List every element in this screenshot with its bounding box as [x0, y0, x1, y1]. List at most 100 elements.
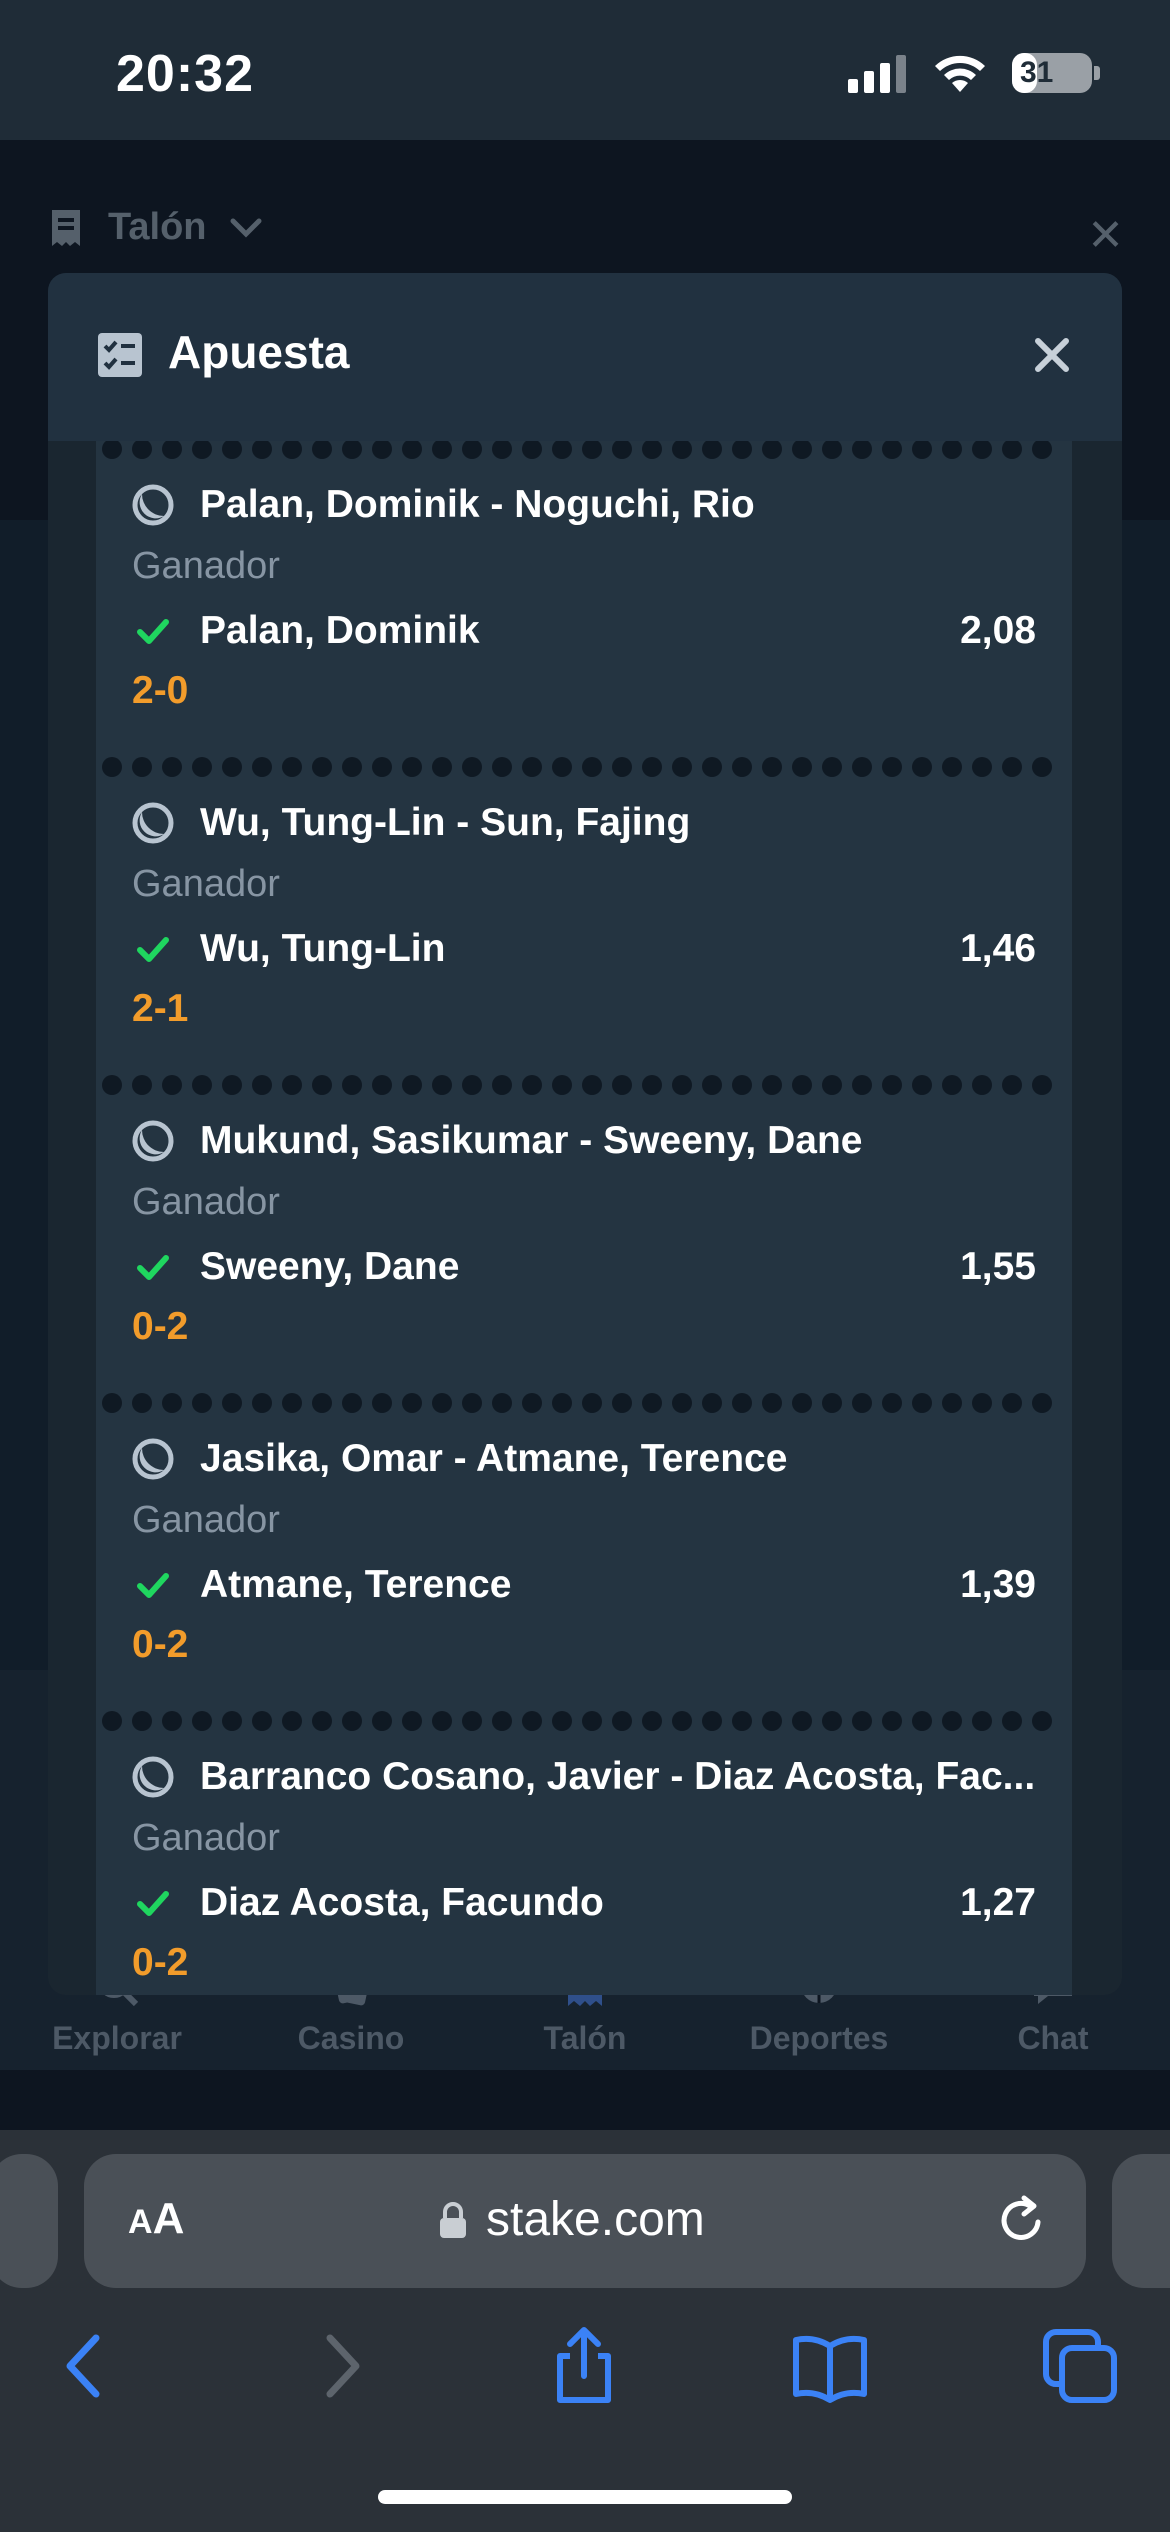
selection-event[interactable]: Palan, Dominik - Noguchi, Rio — [132, 483, 1052, 527]
perforation-dot — [522, 757, 542, 777]
perforation-dot — [222, 1711, 242, 1731]
perforation-dot — [672, 757, 692, 777]
pick-name: Palan, Dominik — [200, 609, 480, 652]
perforation-dot — [432, 1393, 452, 1413]
perforation-dot — [552, 1075, 572, 1095]
perforation — [96, 1711, 1072, 1733]
perforation-dot — [792, 1393, 812, 1413]
tennis-icon — [132, 802, 174, 844]
perforation-dot — [282, 441, 302, 459]
perforation-dot — [1032, 1711, 1052, 1731]
perforation-dot — [462, 1393, 482, 1413]
perforation-dot — [822, 757, 842, 777]
share-icon[interactable] — [544, 2326, 624, 2406]
perforation — [96, 757, 1072, 779]
perforation-dot — [402, 441, 422, 459]
perforation-dot — [972, 441, 992, 459]
event-name: Mukund, Sasikumar - Sweeny, Dane — [200, 1119, 863, 1162]
selection-event[interactable]: Wu, Tung-Lin - Sun, Fajing — [132, 801, 1052, 845]
perforation-dot — [732, 1393, 752, 1413]
perforation-dot — [1032, 757, 1052, 777]
forward-icon[interactable] — [300, 2326, 380, 2406]
perforation-dot — [702, 441, 722, 459]
browser-toolbar: AA stake.com — [0, 2130, 1170, 2532]
perforation-dot — [882, 441, 902, 459]
bet-selection: Jasika, Omar - Atmane, Terence Ganador A… — [96, 1393, 1072, 1713]
nav-label: Deportes — [749, 2020, 889, 2056]
pick-name: Wu, Tung-Lin — [200, 927, 446, 970]
back-icon[interactable] — [46, 2326, 126, 2406]
perforation-dot — [882, 1711, 902, 1731]
perforation-dot — [972, 1393, 992, 1413]
betslip-dropdown[interactable]: Talón — [46, 206, 263, 249]
perforation-dot — [222, 1393, 242, 1413]
perforation-dot — [822, 1711, 842, 1731]
perforation-dot — [852, 1075, 872, 1095]
perforation-dot — [102, 1711, 122, 1731]
bet-selection: Mukund, Sasikumar - Sweeny, Dane Ganador… — [96, 1075, 1072, 1395]
bookmarks-icon[interactable] — [790, 2326, 870, 2406]
selection-score: 0-2 — [132, 1305, 189, 1348]
battery-icon: 31 — [1012, 53, 1092, 93]
perforation-dot — [162, 441, 182, 459]
tabs-icon[interactable] — [1040, 2326, 1120, 2406]
reload-icon[interactable] — [994, 2192, 1050, 2248]
perforation-dot — [672, 1075, 692, 1095]
perforation-dot — [222, 441, 242, 459]
perforation-dot — [942, 757, 962, 777]
perforation-dot — [762, 441, 782, 459]
reader-settings-button[interactable]: AA — [128, 2194, 184, 2244]
perforation-dot — [192, 1393, 212, 1413]
perforation — [96, 441, 1072, 461]
selection-pick: Palan, Dominik — [132, 609, 480, 653]
selection-event[interactable]: Mukund, Sasikumar - Sweeny, Dane — [132, 1119, 1052, 1163]
perforation-dot — [312, 1711, 332, 1731]
perforation-dot — [132, 1075, 152, 1095]
bet-modal: Apuesta Palan, Dominik - Noguchi, Rio Ga… — [48, 273, 1122, 1995]
perforation-dot — [222, 1075, 242, 1095]
background-close-icon[interactable]: ✕ — [1087, 210, 1124, 261]
selection-event[interactable]: Barranco Cosano, Javier - Diaz Acosta, F… — [132, 1755, 1052, 1799]
perforation-dot — [912, 1393, 932, 1413]
perforation-dot — [582, 1075, 602, 1095]
perforation-dot — [762, 757, 782, 777]
lock-icon — [440, 2201, 466, 2238]
perforation-dot — [132, 441, 152, 459]
perforation-dot — [162, 1075, 182, 1095]
perforation-dot — [852, 757, 872, 777]
perforation-dot — [162, 1711, 182, 1731]
perforation-dot — [192, 757, 212, 777]
perforation-dot — [432, 757, 452, 777]
perforation-dot — [552, 1393, 572, 1413]
next-tab[interactable] — [1112, 2154, 1170, 2288]
perforation-dot — [972, 757, 992, 777]
selection-odds: 1,46 — [960, 927, 1036, 970]
url-display[interactable]: stake.com — [438, 2192, 705, 2247]
perforation-dot — [1032, 1075, 1052, 1095]
address-bar[interactable]: AA stake.com — [84, 2154, 1086, 2288]
perforation-dot — [402, 1075, 422, 1095]
perforation-dot — [252, 757, 272, 777]
perforation-dot — [882, 1393, 902, 1413]
perforation-dot — [612, 441, 632, 459]
perforation-dot — [552, 757, 572, 777]
event-name: Barranco Cosano, Javier - Diaz Acosta, F… — [200, 1755, 1036, 1798]
perforation-dot — [642, 1711, 662, 1731]
status-time: 20:32 — [116, 45, 254, 103]
perforation-dot — [492, 757, 512, 777]
selection-event[interactable]: Jasika, Omar - Atmane, Terence — [132, 1437, 1052, 1481]
previous-tab[interactable] — [0, 2154, 58, 2288]
perforation-dot — [312, 441, 332, 459]
perforation-dot — [492, 1075, 512, 1095]
signal-icon — [848, 55, 906, 93]
perforation-dot — [402, 1711, 422, 1731]
perforation-dot — [492, 1393, 512, 1413]
perforation-dot — [522, 1393, 542, 1413]
battery-level: 31 — [1020, 56, 1054, 89]
perforation-dot — [612, 757, 632, 777]
perforation-dot — [522, 441, 542, 459]
perforation-dot — [762, 1393, 782, 1413]
perforation-dot — [522, 1711, 542, 1731]
perforation-dot — [942, 1711, 962, 1731]
close-icon[interactable] — [1028, 331, 1076, 379]
